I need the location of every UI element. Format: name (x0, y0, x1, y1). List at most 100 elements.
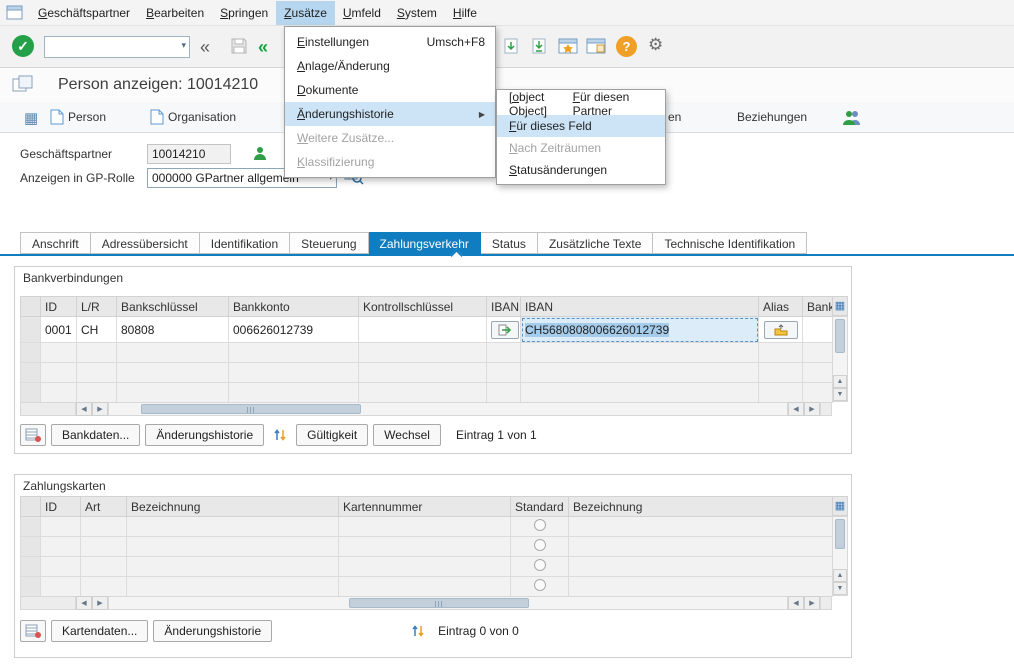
screens-icon[interactable] (12, 75, 34, 93)
cell-bank[interactable] (803, 317, 833, 343)
menu-springen[interactable]: Springen (212, 1, 276, 25)
back-chevrons-icon[interactable]: « (200, 36, 210, 58)
cards-col-bezeichnung[interactable]: Bezeichnung (127, 497, 339, 517)
gueltigkeit-button[interactable]: Gültigkeit (296, 424, 368, 446)
new-session-icon[interactable] (586, 37, 606, 54)
menu-umfeld[interactable]: Umfeld (335, 1, 389, 25)
menu-item-dokumente[interactable]: Dokumente (285, 78, 495, 102)
customize-icon[interactable]: ⚙ (648, 35, 663, 55)
back-icon[interactable]: « (258, 36, 268, 58)
bank-col-iban[interactable]: IBAN (521, 297, 759, 317)
row-action-button[interactable] (20, 424, 46, 446)
scroll-right-icon[interactable]: ▶ (804, 596, 820, 610)
scroll-right-icon[interactable]: ▶ (804, 402, 820, 416)
enter-icon[interactable]: ✓ (12, 35, 34, 57)
bank-col-iban-btn[interactable]: IBAN (487, 297, 521, 317)
select-all-cell[interactable] (21, 497, 41, 517)
sort-arrows-icon[interactable] (407, 620, 429, 642)
menu-item-aenderungshistorie[interactable]: Änderungshistorie ▶ (285, 102, 495, 126)
kartendaten-button[interactable]: Kartendaten... (51, 620, 148, 642)
row-selector-cell[interactable] (21, 317, 41, 343)
scrollbar-track[interactable] (108, 402, 788, 416)
cell-id[interactable]: 0001 (41, 317, 77, 343)
submenu-item-fuer-diesen-partner[interactable]: [object Object] Für diesen Partner (497, 93, 665, 115)
combo-dropdown-icon[interactable]: ▾ (181, 40, 186, 51)
partner-group-icon[interactable] (842, 109, 862, 126)
menu-item-anlage-aenderung[interactable]: Anlage/Änderung (285, 54, 495, 78)
bank-vscrollbar[interactable]: ▲ ▼ (832, 316, 848, 402)
aenderungshistorie-button[interactable]: Änderungshistorie (145, 424, 264, 446)
cards-vscrollbar[interactable]: ▲ ▼ (832, 516, 848, 596)
bank-col-kontrollschluessel[interactable]: Kontrollschlüssel (359, 297, 487, 317)
scroll-right-icon[interactable]: ▶ (92, 402, 108, 416)
menu-hilfe[interactable]: Hilfe (445, 1, 485, 25)
bank-col-alias[interactable]: Alias (759, 297, 803, 317)
scroll-down-icon[interactable]: ▼ (833, 388, 847, 401)
tab-technische-identifikation[interactable]: Technische Identifikation (653, 232, 807, 254)
table-settings-icon[interactable]: ▦ (832, 496, 848, 516)
cards-col-bezeichnung2[interactable]: Bezeichnung (569, 497, 833, 517)
tab-steuerung[interactable]: Steuerung (290, 232, 368, 254)
cards-col-art[interactable]: Art (81, 497, 127, 517)
select-all-cell[interactable] (21, 297, 41, 317)
scroll-left-icon[interactable]: ◀ (788, 596, 804, 610)
beziehungen-button[interactable]: Beziehungen (737, 110, 807, 124)
page-down-icon[interactable] (502, 37, 520, 55)
organisation-button[interactable]: Organisation (168, 110, 236, 124)
last-page-icon[interactable] (530, 37, 548, 55)
wechsel-button[interactable]: Wechsel (373, 424, 441, 446)
bank-col-id[interactable]: ID (41, 297, 77, 317)
row-action-button[interactable] (20, 620, 46, 642)
save-icon[interactable] (230, 37, 248, 55)
create-shortcut-icon[interactable] (558, 37, 578, 54)
submenu-item-statusaenderungen[interactable]: Statusänderungen (497, 159, 665, 181)
cell-lr[interactable]: CH (77, 317, 117, 343)
scrollbar-track[interactable] (108, 596, 788, 610)
cards-col-id[interactable]: ID (41, 497, 81, 517)
tab-zusaetzliche-texte[interactable]: Zusätzliche Texte (538, 232, 654, 254)
person-button[interactable]: Person (68, 110, 106, 124)
iban-detail-button[interactable] (491, 321, 519, 339)
scroll-left-icon[interactable]: ◀ (76, 596, 92, 610)
bank-col-bankschluessel[interactable]: Bankschlüssel (117, 297, 229, 317)
cards-col-standard[interactable]: Standard (511, 497, 569, 517)
cards-col-kartennummer[interactable]: Kartennummer (339, 497, 511, 517)
help-icon[interactable]: ? (616, 36, 637, 57)
alias-button[interactable] (764, 321, 798, 339)
table-view-icon[interactable]: ▦ (24, 109, 38, 127)
cell-bankschluessel[interactable]: 80808 (117, 317, 229, 343)
scrollbar-thumb[interactable] (835, 319, 845, 353)
tab-identifikation[interactable]: Identifikation (200, 232, 290, 254)
scrollbar-thumb[interactable] (349, 598, 529, 608)
cell-bankkonto[interactable]: 006626012739 (229, 317, 359, 343)
scroll-up-icon[interactable]: ▲ (833, 569, 847, 582)
cell-kontrollschluessel[interactable] (359, 317, 487, 343)
menu-item-einstellungen[interactable]: Einstellungen Umsch+F8 (285, 30, 495, 54)
scroll-left-icon[interactable]: ◀ (76, 402, 92, 416)
tab-status[interactable]: Status (481, 232, 538, 254)
scrollbar-thumb[interactable] (835, 519, 845, 549)
scroll-left-icon[interactable]: ◀ (788, 402, 804, 416)
tab-anschrift[interactable]: Anschrift (20, 232, 91, 254)
bank-col-bank[interactable]: Bank (803, 297, 833, 317)
table-settings-icon[interactable]: ▦ (832, 296, 848, 316)
tab-zahlungsverkehr[interactable]: Zahlungsverkehr (369, 232, 481, 254)
cell-iban-selected[interactable]: CH5680808006626012739 (521, 317, 759, 343)
tab-adressuebersicht[interactable]: Adressübersicht (91, 232, 200, 254)
scroll-down-icon[interactable]: ▼ (833, 582, 847, 595)
partner-field[interactable]: 10014210 (147, 144, 231, 164)
scroll-right-icon[interactable]: ▶ (92, 596, 108, 610)
bank-col-lr[interactable]: L/R (77, 297, 117, 317)
command-field[interactable]: ▾ (44, 36, 190, 58)
system-menu-icon[interactable] (6, 5, 24, 21)
menu-geschaeftspartner[interactable]: Geschäftspartner (30, 1, 138, 25)
menu-zusaetze[interactable]: Zusätze (276, 1, 335, 25)
sort-arrows-icon[interactable] (269, 424, 291, 446)
menu-system[interactable]: System (389, 1, 445, 25)
bankdaten-button[interactable]: Bankdaten... (51, 424, 140, 446)
aenderungshistorie-button[interactable]: Änderungshistorie (153, 620, 272, 642)
menu-bearbeiten[interactable]: Bearbeiten (138, 1, 212, 25)
submenu-item-fuer-dieses-feld[interactable]: Für dieses Feld (497, 115, 665, 137)
scroll-up-icon[interactable]: ▲ (833, 375, 847, 388)
bank-col-bankkonto[interactable]: Bankkonto (229, 297, 359, 317)
